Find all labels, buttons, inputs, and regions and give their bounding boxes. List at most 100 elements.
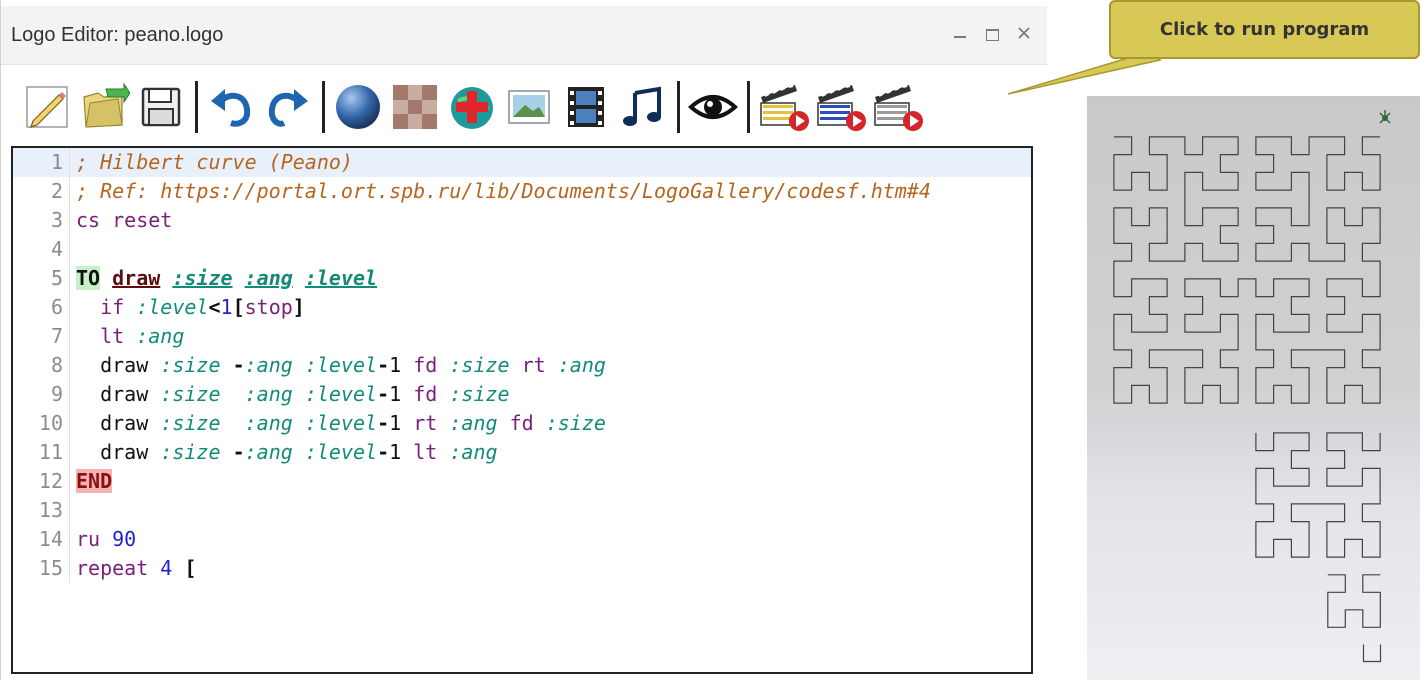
run-program-button[interactable] <box>755 79 811 135</box>
title-bar: Logo Editor: peano.logo <box>1 6 1047 65</box>
line-number: 1 <box>13 148 70 177</box>
code-token: :level <box>304 266 378 290</box>
sphere-button[interactable] <box>330 79 386 135</box>
code-token: :size <box>449 353 510 377</box>
code-line[interactable]: 10 draw :size :ang :level-1 rt :ang fd :… <box>13 409 1031 438</box>
clapper-list-play-icon <box>817 85 866 131</box>
code-token: - <box>377 440 390 464</box>
code-token: :size <box>160 382 221 406</box>
code-token: - <box>377 411 390 435</box>
hilbert-curve <box>1113 136 1382 663</box>
code-token: fd <box>401 353 450 377</box>
run-step-button[interactable] <box>869 79 925 135</box>
code-text: ; Ref: https://portal.ort.spb.ru/lib/Doc… <box>70 177 1031 206</box>
line-number: 2 <box>13 177 70 206</box>
code-token: 1 <box>389 382 402 406</box>
curve-segment <box>1113 136 1381 404</box>
image-button[interactable] <box>501 79 557 135</box>
code-token: if <box>76 295 137 319</box>
code-editor[interactable]: 1; Hilbert curve (Peano) 2; Ref: https://… <box>11 146 1033 674</box>
open-file-button[interactable] <box>76 79 132 135</box>
curve-segment <box>1327 574 1381 628</box>
code-token: :size <box>160 440 221 464</box>
code-line[interactable]: 14 ru 90 <box>13 525 1031 554</box>
line-number: 4 <box>13 235 70 264</box>
line-number: 5 <box>13 264 70 293</box>
code-line[interactable]: 3 cs reset <box>13 206 1031 235</box>
checker-texture-icon <box>393 85 437 129</box>
save-file-button[interactable] <box>133 79 189 135</box>
line-number: 3 <box>13 206 70 235</box>
maximize-icon[interactable] <box>983 24 1001 42</box>
new-file-button[interactable] <box>19 79 75 135</box>
code-token: 4 <box>160 556 173 580</box>
code-text: ; Hilbert curve (Peano) <box>70 148 1031 177</box>
toolbar-separator <box>195 81 198 133</box>
code-token: :ang <box>557 353 606 377</box>
undo-arrow-icon <box>211 89 251 127</box>
code-token: :ang <box>244 353 293 377</box>
turtle-canvas[interactable] <box>1087 96 1420 680</box>
turtle-icon <box>1379 110 1391 124</box>
line-number: 10 <box>13 409 70 438</box>
code-line[interactable]: 1; Hilbert curve (Peano) <box>13 148 1031 177</box>
code-line[interactable]: 12 END <box>13 467 1031 496</box>
redo-arrow-icon <box>268 89 308 127</box>
minimize-icon[interactable] <box>951 24 969 42</box>
code-token: :level <box>304 353 378 377</box>
code-token: cs reset <box>76 208 173 232</box>
code-line[interactable]: 4 <box>13 235 1031 264</box>
code-line[interactable]: 6 if :level<1[stop] <box>13 293 1031 322</box>
line-number: 13 <box>13 496 70 525</box>
code-token: [ <box>232 295 245 319</box>
view-button[interactable] <box>685 79 741 135</box>
code-token: rt <box>401 411 450 435</box>
code-line[interactable]: 7 lt :ang <box>13 322 1031 351</box>
clapper-red-play-icon <box>874 85 923 131</box>
code-token: :ang <box>136 324 185 348</box>
turtle-drawing <box>1113 110 1391 663</box>
close-icon[interactable] <box>1015 24 1033 42</box>
code-token: :level <box>136 295 209 319</box>
globe-plus-icon <box>451 87 493 129</box>
code-line[interactable]: 9 draw :size :ang :level-1 fd :size <box>13 380 1031 409</box>
code-token: :size <box>545 411 606 435</box>
code-line[interactable]: 15 repeat 4 [ <box>13 554 1031 583</box>
texture-button[interactable] <box>387 79 443 135</box>
run-program-callout[interactable]: Click to run program <box>1109 0 1420 59</box>
code-line[interactable]: 2; Ref: https://portal.ort.spb.ru/lib/Do… <box>13 177 1031 206</box>
line-number: 11 <box>13 438 70 467</box>
add-object-button[interactable] <box>444 79 500 135</box>
code-token: < <box>208 295 221 319</box>
code-text: lt :ang <box>70 322 1031 351</box>
run-list-button[interactable] <box>812 79 868 135</box>
music-button[interactable] <box>615 79 671 135</box>
eye-icon <box>688 95 738 119</box>
code-token: :ang <box>244 411 293 435</box>
code-token: TO <box>76 266 101 290</box>
code-token: lt <box>76 324 137 348</box>
picture-icon <box>508 90 550 124</box>
video-button[interactable] <box>558 79 614 135</box>
code-token: 90 <box>112 527 137 551</box>
folder-arrow-icon <box>83 82 130 128</box>
code-text: draw :size :ang :level-1 rt :ang fd :siz… <box>70 409 1031 438</box>
code-text: ru 90 <box>70 525 1031 554</box>
code-token: ; Ref: https://portal.ort.spb.ru/lib/Doc… <box>76 179 931 203</box>
code-line[interactable]: 11 draw :size -:ang :level-1 lt :ang <box>13 438 1031 467</box>
undo-button[interactable] <box>203 79 259 135</box>
code-token: :size <box>160 353 221 377</box>
code-line[interactable]: 5 TO draw :size :ang :level <box>13 264 1031 293</box>
code-token: :level <box>304 411 378 435</box>
line-number: 7 <box>13 322 70 351</box>
code-token: :ang <box>244 266 293 290</box>
redo-button[interactable] <box>260 79 316 135</box>
code-line[interactable]: 13 <box>13 496 1031 525</box>
code-line[interactable]: 8 draw :size -:ang :level-1 fd :size rt … <box>13 351 1031 380</box>
toolbar-separator <box>747 81 750 133</box>
code-token: [ <box>172 556 197 580</box>
